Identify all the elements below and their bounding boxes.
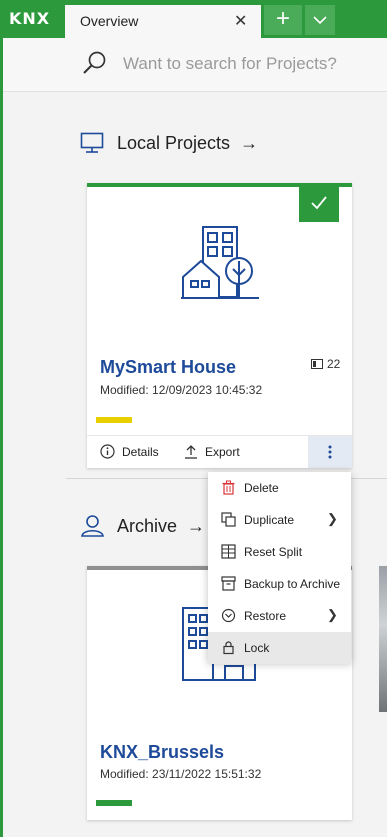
project-name[interactable]: MySmart House xyxy=(100,357,236,378)
info-icon xyxy=(100,444,115,459)
selected-check xyxy=(299,183,339,222)
tab-label: Overview xyxy=(80,13,139,29)
menu-item-label: Restore xyxy=(244,609,287,623)
more-options-button[interactable] xyxy=(308,436,352,468)
trash-icon xyxy=(222,480,235,495)
menu-item-label: Delete xyxy=(244,481,279,495)
arrow-right-icon[interactable]: → xyxy=(240,133,258,154)
tab-dropdown-button[interactable] xyxy=(305,5,335,35)
card-actions: Details Export xyxy=(87,435,353,468)
chevron-right-icon: ❯ xyxy=(327,607,338,622)
menu-item-reset-split[interactable]: Reset Split xyxy=(208,536,351,568)
tab-overview[interactable]: Overview ✕ xyxy=(65,5,261,38)
section-title: Local Projects xyxy=(117,132,231,153)
reset-split-icon xyxy=(221,544,236,559)
archive-icon xyxy=(221,576,236,591)
chevron-down-icon xyxy=(313,16,327,25)
computer-icon xyxy=(80,132,104,153)
export-label: Export xyxy=(205,444,240,459)
context-menu: Delete Duplicate ❯ Reset Split Backup to… xyxy=(208,472,351,664)
restore-icon xyxy=(221,608,236,623)
upload-icon xyxy=(185,445,197,459)
menu-item-backup-to-archive[interactable]: Backup to Archive xyxy=(208,568,351,600)
more-vertical-icon xyxy=(328,445,332,459)
menu-item-restore[interactable]: Restore ❯ xyxy=(208,600,351,632)
search-bar xyxy=(3,38,387,92)
house-building-icon xyxy=(181,226,259,299)
next-project-card-thumbnail[interactable] xyxy=(379,566,387,712)
local-projects-header[interactable]: Local Projects → xyxy=(80,132,258,154)
menu-item-lock[interactable]: Lock xyxy=(208,632,351,664)
arrow-right-icon[interactable]: → xyxy=(187,516,205,537)
details-label: Details xyxy=(122,444,159,459)
menu-item-label: Backup to Archive xyxy=(244,577,341,591)
archive-header[interactable]: Archive → xyxy=(80,514,205,538)
project-card[interactable]: 22 MySmart House Modified: 12/09/2023 10… xyxy=(87,183,353,468)
modified-date: Modified: 12/09/2023 10:45:32 xyxy=(100,383,263,397)
device-count-value: 22 xyxy=(327,357,341,371)
modified-date: Modified: 23/11/2022 15:51:32 xyxy=(100,767,262,781)
user-archive-icon xyxy=(81,515,104,537)
search-icon[interactable] xyxy=(82,50,108,76)
menu-item-label: Reset Split xyxy=(244,545,303,559)
section-title: Archive xyxy=(117,515,178,536)
status-bar xyxy=(96,800,132,806)
menu-item-delete[interactable]: Delete xyxy=(208,472,351,504)
device-count: 22 xyxy=(311,357,340,371)
project-name[interactable]: KNX_Brussels xyxy=(100,742,224,763)
status-bar xyxy=(96,417,132,423)
checkmark-icon xyxy=(311,196,327,210)
duplicate-icon xyxy=(221,512,236,527)
device-icon xyxy=(311,359,323,369)
top-bar: KNX Overview ✕ + xyxy=(0,0,387,38)
details-button[interactable]: Details xyxy=(100,444,159,459)
menu-item-duplicate[interactable]: Duplicate ❯ xyxy=(208,504,351,536)
search-input[interactable] xyxy=(123,54,373,74)
menu-item-label: Lock xyxy=(244,641,270,655)
add-tab-button[interactable]: + xyxy=(264,5,302,35)
export-button[interactable]: Export xyxy=(184,444,240,459)
knx-logo: KNX xyxy=(9,9,51,28)
sidebar-accent xyxy=(0,38,3,837)
chevron-right-icon: ❯ xyxy=(327,511,338,526)
lock-icon xyxy=(223,641,234,655)
close-tab-icon[interactable]: ✕ xyxy=(234,11,247,31)
menu-item-label: Duplicate xyxy=(244,513,295,527)
